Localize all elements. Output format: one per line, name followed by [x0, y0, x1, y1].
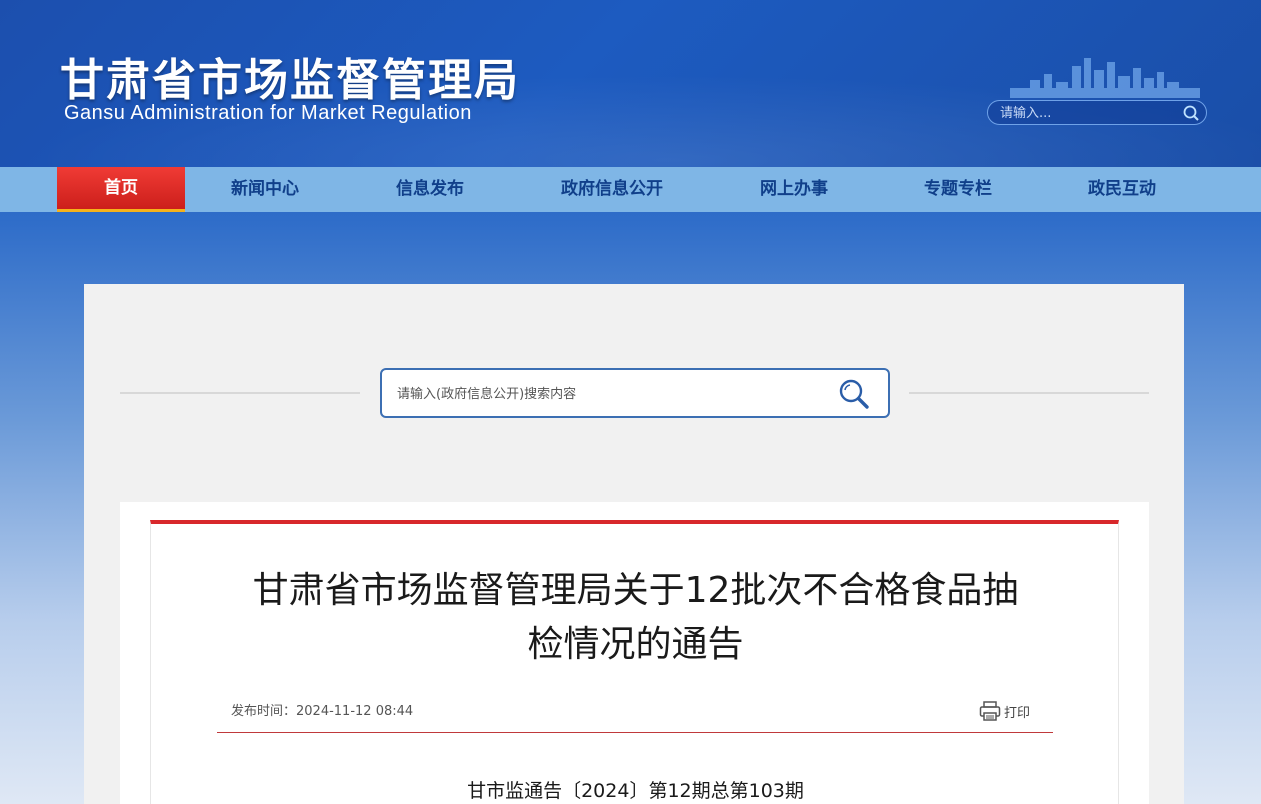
site-logo-subtitle: Gansu Administration for Market Regulati… [64, 102, 472, 124]
header-search-box[interactable] [987, 100, 1207, 125]
printer-icon [979, 701, 1001, 721]
search-divider-left [120, 392, 360, 394]
nav-item-interaction[interactable]: 政民互动 [1062, 167, 1182, 212]
nav-item-topics[interactable]: 专题专栏 [898, 167, 1018, 212]
nav-item-info-release[interactable]: 信息发布 [370, 167, 490, 212]
publish-time: 2024-11-12 08:44 [296, 704, 414, 719]
print-label: 打印 [1004, 705, 1031, 721]
gov-info-search-input[interactable] [397, 384, 817, 404]
publish-label: 发布时间： [231, 704, 297, 719]
site-header: 甘肃省市场监督管理局 Gansu Administration for Mark… [0, 0, 1261, 167]
city-skyline-icon [1010, 58, 1200, 98]
site-logo-title[interactable]: 甘肃省市场监督管理局 [60, 44, 520, 108]
publish-info: 发布时间：2024-11-12 08:44 [231, 700, 413, 719]
nav-item-online-services[interactable]: 网上办事 [734, 167, 854, 212]
nav-item-home[interactable]: 首页 [57, 167, 185, 212]
content-container: 甘肃省市场监督管理局关于12批次不合格食品抽 检情况的通告 发布时间：2024-… [84, 284, 1184, 804]
nav-item-gov-info[interactable]: 政府信息公开 [532, 167, 692, 212]
article-card: 甘肃省市场监督管理局关于12批次不合格食品抽 检情况的通告 发布时间：2024-… [120, 502, 1149, 804]
magnifier-icon[interactable] [836, 376, 872, 412]
main-navigation: 首页 新闻中心 信息发布 政府信息公开 网上办事 专题专栏 政民互动 [0, 167, 1261, 212]
print-button[interactable]: 打印 [979, 699, 1030, 723]
search-icon[interactable] [1182, 104, 1200, 122]
article-title: 甘肃省市场监督管理局关于12批次不合格食品抽 检情况的通告 [211, 564, 1060, 672]
article-title-line-1: 甘肃省市场监督管理局关于12批次不合格食品抽 [252, 570, 1019, 611]
article-body: 甘肃省市场监督管理局关于12批次不合格食品抽 检情况的通告 发布时间：2024-… [150, 520, 1119, 804]
header-search-input[interactable] [1000, 104, 1175, 122]
meta-divider [217, 732, 1053, 733]
nav-item-news[interactable]: 新闻中心 [205, 167, 325, 212]
search-divider-right [909, 392, 1149, 394]
document-number: 甘市监通告〔2024〕第12期总第103期 [467, 780, 804, 802]
article-title-line-2: 检情况的通告 [527, 624, 744, 665]
gov-info-search-box[interactable] [380, 368, 890, 418]
